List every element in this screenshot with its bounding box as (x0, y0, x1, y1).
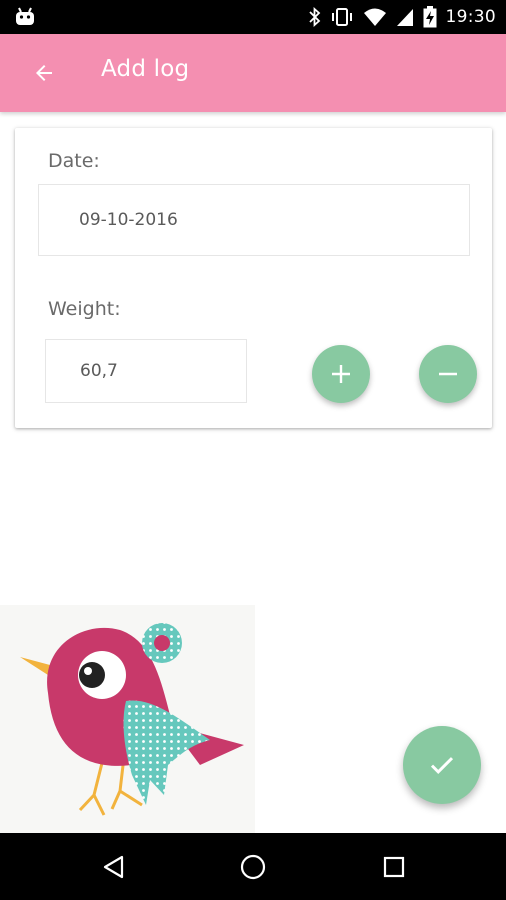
date-field[interactable]: 09-10-2016 (38, 184, 470, 256)
check-icon (430, 757, 454, 774)
date-label: Date: (48, 150, 100, 172)
page-title: Add log (101, 56, 190, 82)
weight-field[interactable]: 60,7 (45, 339, 247, 403)
signal-icon (396, 9, 413, 26)
bird-image (20, 623, 244, 816)
bird-illustration (0, 605, 255, 833)
vibrate-icon (331, 8, 352, 26)
nav-home-button[interactable] (231, 845, 275, 889)
nav-bar (0, 833, 506, 900)
log-form-card: Date: 09-10-2016 Weight: 60,7 (15, 128, 492, 428)
status-time: 19:30 (445, 7, 496, 27)
nav-home-icon (240, 854, 266, 880)
wifi-icon (363, 8, 386, 26)
nav-back-button[interactable] (92, 845, 136, 889)
decrement-weight-button[interactable] (419, 345, 477, 403)
battery-charging-icon (423, 6, 436, 28)
weight-label: Weight: (48, 298, 121, 320)
save-log-button[interactable] (403, 726, 481, 804)
nav-back-icon (103, 855, 124, 879)
app-bar: Add log (0, 34, 506, 112)
status-bar: 19:30 (0, 0, 506, 34)
arrow-back-icon (36, 65, 52, 81)
nav-recents-button[interactable] (372, 845, 416, 889)
back-button[interactable] (22, 51, 66, 95)
android-icon (16, 7, 34, 25)
bluetooth-icon (308, 7, 320, 27)
increment-weight-button[interactable] (312, 345, 370, 403)
nav-recents-icon (383, 856, 405, 878)
minus-icon (439, 372, 457, 376)
plus-icon (332, 365, 350, 383)
